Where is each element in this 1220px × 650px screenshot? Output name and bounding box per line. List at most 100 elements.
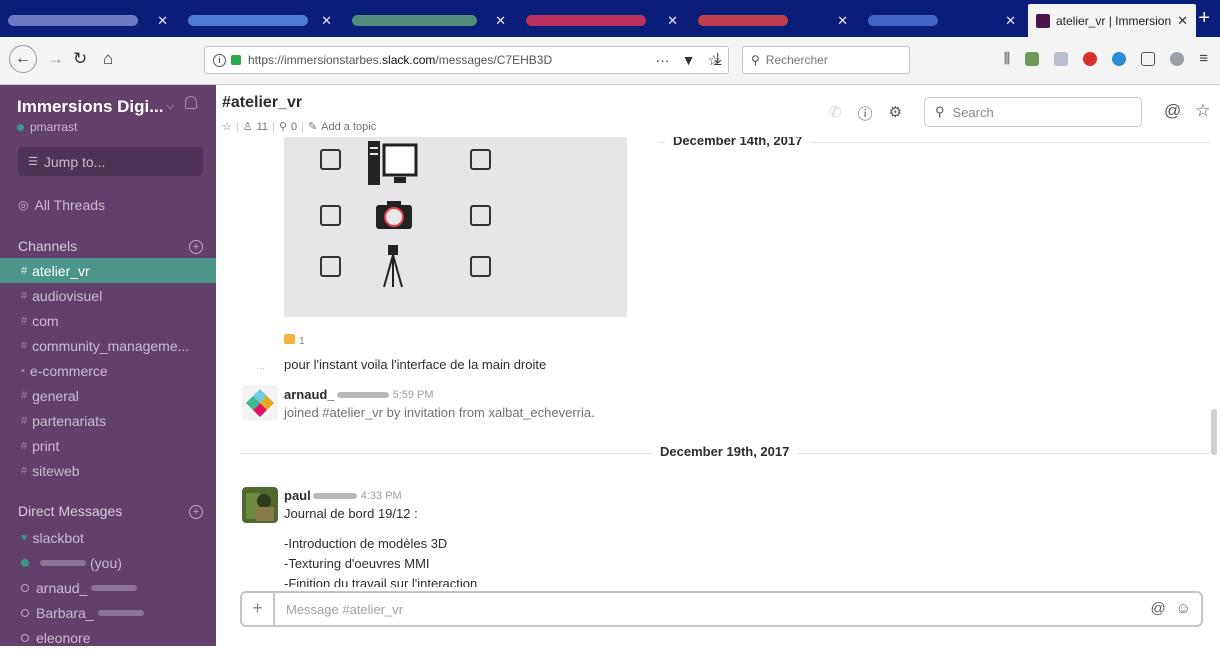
add-dm-icon[interactable]: + [189, 505, 203, 519]
member-count[interactable]: 11 [257, 121, 268, 133]
message-timestamp[interactable]: 5:59 PM [393, 389, 434, 401]
browser-tab[interactable]: ✕ [180, 4, 340, 37]
browser-toolbar: ← → ↻ ⌂ i https://immersionstarbes.slack… [0, 37, 1220, 85]
message-author[interactable]: arnaud_ 5:59 PM [284, 387, 434, 402]
attach-plus-icon[interactable]: + [242, 593, 275, 625]
sidebar-channel-siteweb[interactable]: # siteweb [0, 458, 216, 483]
reload-icon[interactable]: ↻ [73, 49, 87, 69]
emoji-icon[interactable]: ☺ [1176, 600, 1191, 617]
menu-hamburger-icon[interactable]: ≡ [1199, 50, 1208, 67]
blurred-tab-title [526, 15, 646, 26]
close-tab-icon[interactable]: ✕ [837, 13, 848, 29]
sidebar-channel-ecommerce[interactable]: ▪ e-commerce [0, 358, 216, 383]
avatar[interactable] [242, 487, 278, 523]
starred-items-icon[interactable]: ☆ [1195, 101, 1210, 121]
current-user[interactable]: pmarrast [17, 120, 77, 134]
extension-icon[interactable] [1025, 51, 1040, 66]
web-search-input[interactable]: ⚲ Rechercher [742, 46, 910, 74]
reader-icon[interactable] [1054, 51, 1069, 66]
hash-icon: # [21, 464, 28, 477]
slack-search-input[interactable]: ⚲ Search [924, 97, 1142, 127]
system-message: joined #atelier_vr by invitation from xa… [284, 405, 595, 420]
channel-header: #atelier_vr ☆ | ♙ 11 | ⚲ 0 | ✎ Add a top… [216, 85, 1220, 137]
sidebar-channel-audiovisuel[interactable]: # audiovisuel [0, 283, 216, 308]
message-input[interactable]: Message #atelier_vr [286, 602, 403, 617]
sidebar-dm-arnaud[interactable]: arnaud_ [0, 575, 216, 600]
new-tab-icon[interactable]: + [1198, 7, 1210, 30]
redacted-name [336, 391, 389, 398]
square-icon [470, 205, 491, 226]
avatar[interactable] [242, 385, 278, 421]
close-tab-icon[interactable]: ✕ [321, 13, 332, 29]
sidebar-dm-barbara[interactable]: Barbara_ [0, 600, 216, 625]
team-name[interactable]: Immersions Digi... [17, 97, 163, 117]
redacted-name [40, 559, 86, 566]
sidebar-channel-com[interactable]: # com [0, 308, 216, 333]
jump-to-button[interactable]: ☰ Jump to... [18, 147, 203, 176]
browser-tab[interactable]: ✕ [860, 4, 1024, 37]
close-tab-icon[interactable]: ✕ [1177, 13, 1188, 29]
channel-title[interactable]: #atelier_vr [222, 94, 302, 112]
sidebar-channel-print[interactable]: # print [0, 433, 216, 458]
back-arrow-icon[interactable]: ← [9, 45, 37, 73]
notification-bell-icon[interactable] [185, 96, 197, 109]
home-icon[interactable]: ⌂ [103, 49, 113, 69]
account-icon[interactable] [1170, 51, 1185, 66]
message-composer[interactable]: + Message #atelier_vr @ ☺ [240, 591, 1203, 627]
info-icon[interactable]: ⓘ [858, 103, 873, 124]
message-text: -Introduction de modèles 3D [284, 536, 448, 551]
jump-icon: ☰ [28, 156, 38, 168]
phone-icon[interactable]: ✆ [829, 103, 842, 124]
blurred-tab-title [352, 15, 477, 26]
sidebar-dm-slackbot[interactable]: ♥ slackbot [0, 525, 216, 550]
direct-messages-heading[interactable]: Direct Messages [18, 503, 122, 519]
close-tab-icon[interactable]: ✕ [495, 13, 506, 29]
sidebar-dm-self[interactable]: (you) [0, 550, 216, 575]
browser-tab-active[interactable]: atelier_vr | Immersion ✕ [1028, 4, 1196, 37]
all-threads-link[interactable]: ◎ All Threads [18, 197, 105, 213]
site-info-icon[interactable]: i [213, 53, 226, 67]
presence-dot-icon [21, 558, 29, 567]
sidebar-dm-eleonore[interactable]: eleonore [0, 625, 216, 650]
mention-at-icon[interactable]: @ [1150, 600, 1165, 617]
add-channel-icon[interactable]: + [189, 240, 203, 254]
hover-timestamp: ··· [256, 363, 265, 373]
browser-tab[interactable]: ✕ [518, 4, 686, 37]
hash-icon: # [21, 414, 28, 427]
chevron-down-icon[interactable]: ⌵ [166, 100, 174, 113]
message-timestamp[interactable]: 4:33 PM [361, 490, 402, 502]
adblock-icon[interactable] [1083, 51, 1098, 66]
browser-tab[interactable]: ✕ [344, 4, 514, 37]
presence-dot-icon [17, 123, 24, 131]
library-icon[interactable]: ⫼ [1004, 50, 1010, 67]
image-attachment[interactable] [284, 137, 627, 317]
sidebar-channel-partenariats[interactable]: # partenariats [0, 408, 216, 433]
message-text: Journal de bord 19/12 : [284, 506, 418, 521]
sidebar-channel-atelier-vr[interactable]: # atelier_vr [0, 258, 216, 283]
browser-tab[interactable]: ✕ [0, 4, 176, 37]
reaction-badge[interactable]: 1 [284, 334, 305, 347]
mentions-at-icon[interactable]: @ [1164, 101, 1181, 121]
close-tab-icon[interactable]: ✕ [1005, 13, 1016, 29]
pocket-icon[interactable]: ▼ [682, 52, 696, 69]
gear-icon[interactable]: ⚙ [889, 103, 902, 124]
star-icon[interactable]: ☆ [222, 120, 232, 133]
hash-icon: # [21, 339, 28, 352]
add-topic-link[interactable]: Add a topic [321, 121, 376, 133]
sidebar-channel-community[interactable]: # community_manageme... [0, 333, 216, 358]
message-author[interactable]: paul 4:33 PM [284, 488, 402, 503]
forward-arrow-icon[interactable]: → [47, 49, 64, 69]
channels-heading[interactable]: Channels [18, 238, 77, 254]
sidebar-toggle-icon[interactable] [1141, 51, 1156, 66]
hash-icon: # [21, 264, 28, 277]
browser-tab[interactable]: ✕ [690, 4, 856, 37]
scrollbar-thumb[interactable] [1211, 409, 1217, 455]
close-tab-icon[interactable]: ✕ [667, 13, 678, 29]
close-tab-icon[interactable]: ✕ [157, 13, 168, 29]
url-bar[interactable]: i https://immersionstarbes.slack.com/mes… [204, 46, 729, 74]
extension-blue-icon[interactable] [1112, 51, 1127, 66]
download-icon[interactable]: ⤓ [714, 49, 722, 69]
sidebar-channel-general[interactable]: # general [0, 383, 216, 408]
page-actions-icon[interactable]: ··· [656, 52, 670, 69]
pin-count[interactable]: 0 [291, 121, 297, 133]
